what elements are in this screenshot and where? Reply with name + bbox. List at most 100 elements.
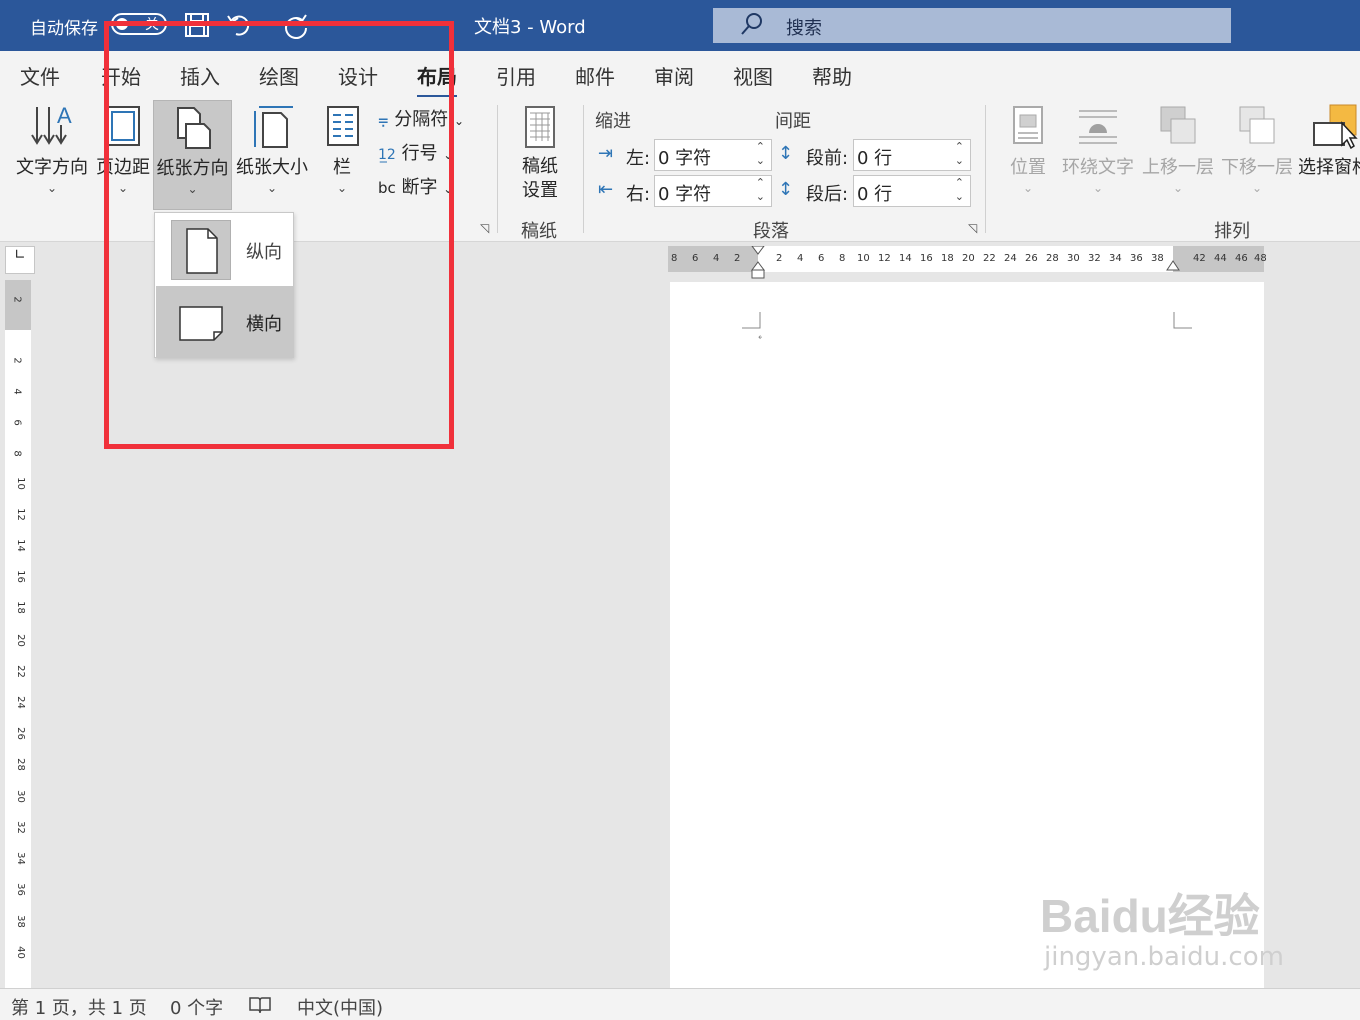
language-indicator[interactable]: 中文(中国) <box>297 994 383 1020</box>
autosave-label: 自动保存 <box>30 19 98 39</box>
indent-right-value: 0 字符 <box>658 184 712 205</box>
ruler-number: 2 <box>734 253 741 264</box>
baidu-watermark-logo: Baidu经验 jingyan.baidu.com <box>1040 880 1284 972</box>
ruler-number: 10 <box>857 253 870 264</box>
ruler-number: 28 <box>14 758 26 771</box>
status-bar: 第 1 页，共 1 页 0 个字 中文(中国) <box>0 988 1360 1020</box>
ruler-number: 16 <box>14 570 26 583</box>
indent-left-input[interactable]: 0 字符 ⌃ ⌄ <box>654 139 772 171</box>
send-backward-label: 下移一层 <box>1221 157 1293 178</box>
send-backward-button[interactable]: 下移一层 ⌄ <box>1219 103 1295 195</box>
margin-corner-mark <box>1173 312 1192 329</box>
ruler-number: 14 <box>14 539 26 552</box>
ruler-number: 4 <box>797 253 804 264</box>
ruler-number: 34 <box>14 852 26 865</box>
spacing-header: 间距 <box>775 111 811 132</box>
group-separator <box>497 105 498 233</box>
ruler-number: 4 <box>11 388 23 395</box>
manuscript-settings-button[interactable]: 稿纸设置 <box>508 103 572 203</box>
group-separator <box>985 105 986 233</box>
ruler-number: 12 <box>878 253 891 264</box>
wrap-text-label: 环绕文字 <box>1062 157 1134 178</box>
ruler-number: 46 <box>1235 253 1248 264</box>
chevron-down-icon: ⌄ <box>46 181 58 195</box>
ruler-number: 6 <box>818 253 825 264</box>
position-button[interactable]: 位置 ⌄ <box>1003 103 1053 195</box>
spacing-after-input[interactable]: 0 行 ⌃ ⌄ <box>853 175 971 207</box>
spacing-after-label: 段后: <box>806 184 849 205</box>
page-count[interactable]: 第 1 页，共 1 页 <box>11 994 147 1020</box>
ruler-number: 44 <box>1214 253 1227 264</box>
send-backward-icon <box>1239 106 1275 144</box>
highlight-box <box>104 21 454 449</box>
horizontal-ruler: 8 6 4 2 2 4 6 8 10 12 14 16 18 20 22 24 … <box>668 246 1267 279</box>
indent-right-input[interactable]: 0 字符 ⌃ ⌄ <box>654 175 772 207</box>
spacing-before-value: 0 行 <box>857 148 893 169</box>
spacing-before-icon: ↕ <box>778 143 794 164</box>
manuscript-group-label: 稿纸 <box>521 221 557 242</box>
chevron-down-icon: ⌄ <box>1092 181 1104 195</box>
bring-forward-icon <box>1160 106 1196 144</box>
tab-mailings[interactable]: 邮件 <box>575 61 615 90</box>
ruler-number: 2 <box>11 357 23 364</box>
spinner-arrows-icon[interactable]: ⌃ ⌄ <box>756 176 765 204</box>
paragraph-launcher-icon[interactable]: ◹ <box>968 221 977 235</box>
text-direction-button[interactable]: A 文字方向 ⌄ <box>12 103 92 195</box>
chevron-down-icon: ⌄ <box>1022 181 1034 195</box>
indent-marker-icon[interactable] <box>751 246 765 280</box>
ruler-number: 34 <box>1109 253 1122 264</box>
indent-left-label: 左: <box>626 148 651 169</box>
wrap-text-button[interactable]: 环绕文字 ⌄ <box>1060 103 1136 195</box>
group-separator <box>583 105 584 233</box>
chevron-down-icon: ⌄ <box>1172 181 1184 195</box>
proofing-book-icon[interactable] <box>248 995 272 1015</box>
selection-pane-button[interactable]: 选择窗格 <box>1298 103 1360 179</box>
tab-help[interactable]: 帮助 <box>812 61 852 90</box>
word-count[interactable]: 0 个字 <box>170 994 223 1020</box>
ruler-number: 32 <box>14 821 26 834</box>
watermark-logo-text: Baidu经验 <box>1040 890 1260 942</box>
text-direction-label: 文字方向 <box>16 157 88 178</box>
paragraph-group-label: 段落 <box>753 221 789 242</box>
tab-view[interactable]: 视图 <box>733 61 773 90</box>
ruler-number: 48 <box>1254 253 1267 264</box>
ruler-number: 26 <box>1025 253 1038 264</box>
search-box[interactable]: 搜索 <box>713 8 1231 43</box>
ruler-number: 10 <box>14 477 26 490</box>
position-label: 位置 <box>1010 157 1046 178</box>
page-setup-launcher-icon[interactable]: ◹ <box>480 221 489 235</box>
watermark-url: jingyan.baidu.com <box>1044 942 1284 972</box>
chevron-down-icon: ⌄ <box>453 114 465 128</box>
ruler-number: 20 <box>962 253 975 264</box>
ruler-number: 22 <box>14 665 26 678</box>
vertical-ruler: 2 2 4 6 8 10 12 14 16 18 20 22 24 26 28 … <box>5 280 31 988</box>
search-icon <box>741 13 762 35</box>
search-placeholder: 搜索 <box>786 18 822 39</box>
spinner-arrows-icon[interactable]: ⌃ ⌄ <box>756 140 765 168</box>
margin-corner-mark: ↵ <box>742 312 762 340</box>
tab-file[interactable]: 文件 <box>20 61 60 90</box>
indent-right-label: 右: <box>626 184 651 205</box>
text-direction-icon: A <box>31 103 72 145</box>
bring-forward-button[interactable]: 上移一层 ⌄ <box>1140 103 1216 195</box>
ruler-number: 4 <box>713 253 720 264</box>
tab-selector-icon[interactable]: ∟ <box>5 246 35 274</box>
spacing-after-icon: ↕ <box>778 179 794 200</box>
position-icon <box>1013 106 1043 144</box>
tab-review[interactable]: 审阅 <box>654 61 694 90</box>
ruler-number: 36 <box>14 883 26 896</box>
ruler-number: 2 <box>11 296 23 303</box>
spacing-before-input[interactable]: 0 行 ⌃ ⌄ <box>853 139 971 171</box>
ruler-number: 38 <box>1151 253 1164 264</box>
indent-right-icon: ⇤ <box>598 179 614 200</box>
spinner-arrows-icon[interactable]: ⌃ ⌄ <box>955 140 964 168</box>
ruler-margin-area <box>5 280 31 330</box>
tab-references[interactable]: 引用 <box>496 61 536 90</box>
right-indent-marker-icon[interactable] <box>1166 260 1180 272</box>
ruler-number: 32 <box>1088 253 1101 264</box>
ruler-number: 18 <box>14 601 26 614</box>
selection-pane-label: 选择窗格 <box>1298 157 1360 178</box>
ruler-number: 30 <box>14 790 26 803</box>
spinner-arrows-icon[interactable]: ⌃ ⌄ <box>955 176 964 204</box>
indent-header: 缩进 <box>595 111 631 132</box>
